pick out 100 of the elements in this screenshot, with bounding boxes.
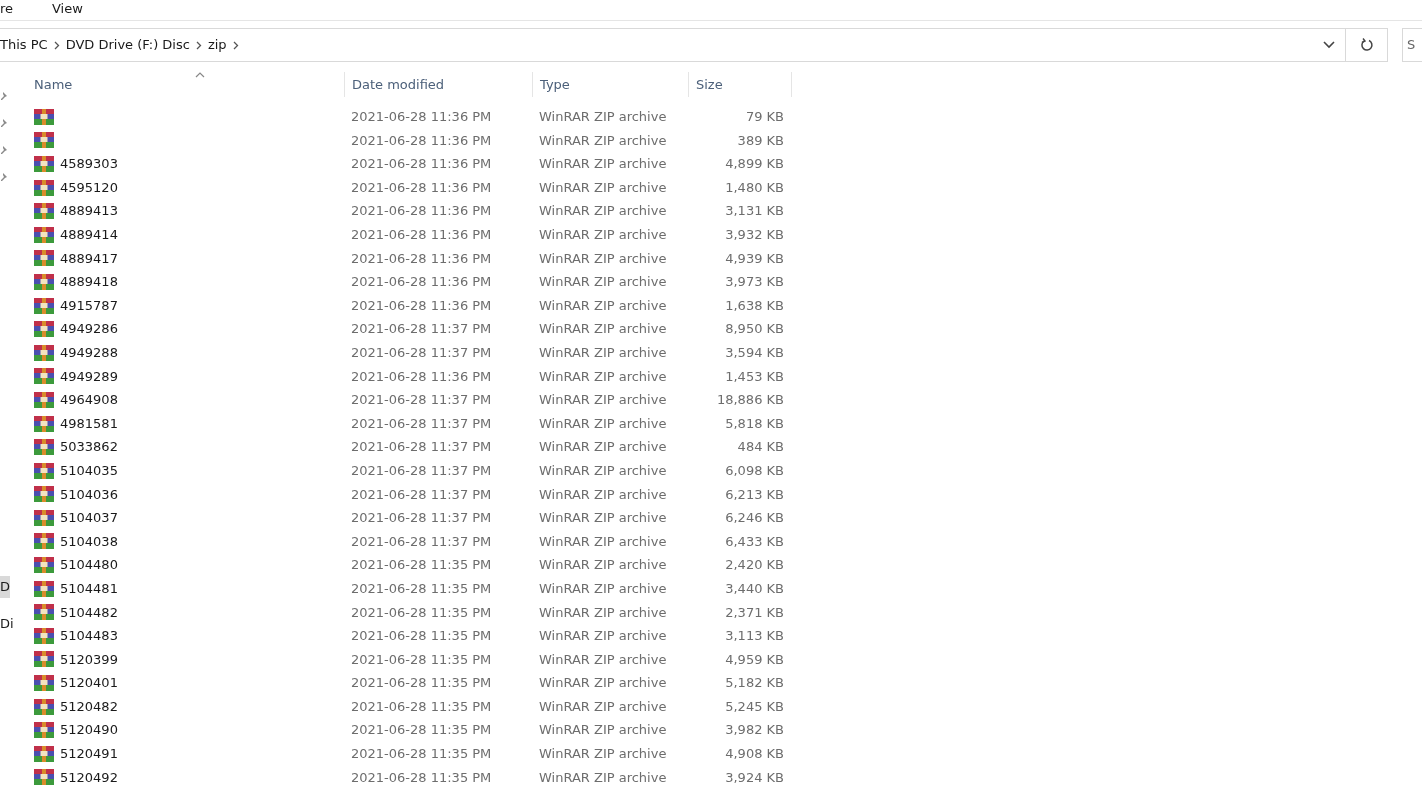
type-cell-text: WinRAR ZIP archive [538, 745, 668, 764]
size-cell-text: 6,098 KB [724, 461, 784, 480]
file-name[interactable]: 5104483 [60, 626, 118, 646]
column-header[interactable]: Date modified [352, 74, 445, 95]
nav-item[interactable]: Di [0, 613, 12, 635]
file-name[interactable]: 5104037 [60, 508, 118, 528]
chevron-right-icon[interactable] [53, 40, 60, 50]
type-cell-text: WinRAR ZIP archive [538, 155, 668, 174]
size-cell-text: 79 KB [744, 108, 784, 127]
type-cell-text: WinRAR ZIP archive [538, 721, 668, 740]
file-name[interactable]: 5120401 [60, 673, 118, 693]
chevron-down-icon[interactable] [1323, 41, 1335, 49]
breadcrumb-item[interactable]: DVD Drive (F:) Disc [65, 35, 190, 55]
type-cell-text: WinRAR ZIP archive [538, 226, 668, 244]
type-cell-text: WinRAR ZIP archive [538, 627, 668, 646]
date-cell-text: 2021-06-28 11:35 PM [350, 627, 493, 646]
size-cell-text: 3,113 KB [724, 627, 784, 646]
size-cell-text: 4,899 KB [724, 155, 784, 174]
size-cell-text: 3,924 KB [724, 768, 784, 787]
file-name[interactable]: 4915787 [60, 295, 118, 316]
archive-icon [34, 179, 54, 196]
size-cell-text: 4,959 KB [724, 650, 784, 669]
file-name[interactable]: 5120491 [60, 744, 118, 764]
size-cell-text: 6,433 KB [724, 532, 784, 551]
type-cell-text: WinRAR ZIP archive [538, 202, 668, 221]
file-name[interactable]: 4949289 [60, 366, 118, 387]
sort-ascending-icon [195, 72, 205, 78]
date-cell-text: 2021-06-28 11:36 PM [350, 131, 493, 150]
type-cell-text: WinRAR ZIP archive [538, 367, 668, 386]
date-cell-text: 2021-06-28 11:36 PM [350, 367, 493, 386]
file-name[interactable]: 4981581 [60, 413, 118, 434]
nav-item[interactable]: D [0, 576, 10, 598]
size-cell-text: 4,908 KB [724, 745, 784, 764]
type-cell-text: WinRAR ZIP archive [538, 485, 668, 504]
type-cell-text: WinRAR ZIP archive [538, 579, 668, 598]
archive-icon [34, 415, 54, 432]
size-cell-text: 18,886 KB [715, 391, 784, 410]
type-cell-text: WinRAR ZIP archive [538, 438, 668, 457]
size-cell-text: 3,932 KB [724, 226, 784, 244]
chevron-right-icon[interactable] [232, 40, 239, 50]
size-cell-text: 2,420 KB [724, 556, 784, 575]
archive-icon [34, 557, 54, 574]
file-name[interactable]: 5033862 [60, 437, 118, 457]
type-cell-text: WinRAR ZIP archive [538, 650, 668, 669]
archive-icon [34, 486, 54, 503]
archive-icon [34, 321, 54, 338]
type-cell-text: WinRAR ZIP archive [538, 461, 668, 480]
file-name[interactable]: 4889413 [60, 201, 118, 221]
size-cell-text: 3,440 KB [724, 579, 784, 598]
address-bar[interactable]: This PC DVD Drive (F:) Disc zip [0, 28, 1346, 62]
file-name[interactable]: 4889417 [60, 248, 118, 269]
type-cell-text: WinRAR ZIP archive [538, 768, 668, 787]
file-name[interactable]: 5120482 [60, 696, 118, 717]
file-name[interactable]: 5104480 [60, 555, 118, 575]
file-name[interactable]: 4595120 [60, 177, 118, 198]
date-cell-text: 2021-06-28 11:37 PM [350, 438, 493, 457]
file-name[interactable]: 4889418 [60, 272, 118, 292]
archive-icon [34, 108, 54, 125]
archive-icon [34, 580, 54, 597]
file-name[interactable]: 4949288 [60, 343, 118, 363]
archive-icon [34, 604, 54, 621]
archive-icon [34, 368, 54, 385]
column-header[interactable]: Name [34, 74, 73, 95]
size-cell-text: 6,246 KB [724, 509, 784, 528]
size-cell-text: 2,371 KB [724, 603, 784, 622]
chevron-right-icon[interactable] [195, 40, 202, 50]
type-cell-text: WinRAR ZIP archive [538, 296, 668, 315]
file-name[interactable]: 5104481 [60, 578, 118, 599]
date-cell-text: 2021-06-28 11:36 PM [350, 108, 493, 127]
file-name[interactable]: 4589303 [60, 154, 118, 174]
type-cell-text: WinRAR ZIP archive [538, 414, 668, 433]
file-name[interactable]: 4949286 [60, 319, 118, 339]
file-name[interactable]: 5104482 [60, 602, 118, 622]
type-cell-text: WinRAR ZIP archive [538, 249, 668, 268]
refresh-icon [1359, 38, 1374, 52]
column-header[interactable]: Size [696, 74, 723, 95]
archive-icon [34, 675, 54, 692]
size-cell-text: 8,950 KB [724, 320, 784, 339]
file-name[interactable]: 5104035 [60, 460, 118, 481]
file-name[interactable]: 5120399 [60, 649, 118, 670]
column-header[interactable]: Type [540, 74, 570, 95]
file-name[interactable]: 4964908 [60, 390, 118, 410]
file-name[interactable]: 5120490 [60, 720, 118, 740]
refresh-button[interactable] [1346, 28, 1388, 62]
breadcrumb-item[interactable]: This PC [0, 35, 48, 55]
file-name[interactable]: 5104036 [60, 484, 118, 505]
date-cell-text: 2021-06-28 11:37 PM [350, 485, 493, 504]
search-field[interactable]: S [1402, 28, 1422, 62]
archive-icon [34, 297, 54, 314]
date-cell-text: 2021-06-28 11:37 PM [350, 532, 493, 551]
breadcrumb-item[interactable]: zip [207, 35, 227, 55]
archive-icon [34, 439, 54, 456]
size-cell-text: 1,480 KB [724, 178, 784, 197]
file-name[interactable]: 5120492 [60, 767, 118, 788]
file-name[interactable]: 5104038 [60, 531, 118, 552]
file-name[interactable]: 4889414 [60, 225, 118, 245]
archive-icon [34, 627, 54, 644]
menu-item[interactable]: re [0, 0, 52, 19]
type-cell-text: WinRAR ZIP archive [538, 532, 668, 551]
menu-item[interactable]: View [52, 0, 83, 19]
